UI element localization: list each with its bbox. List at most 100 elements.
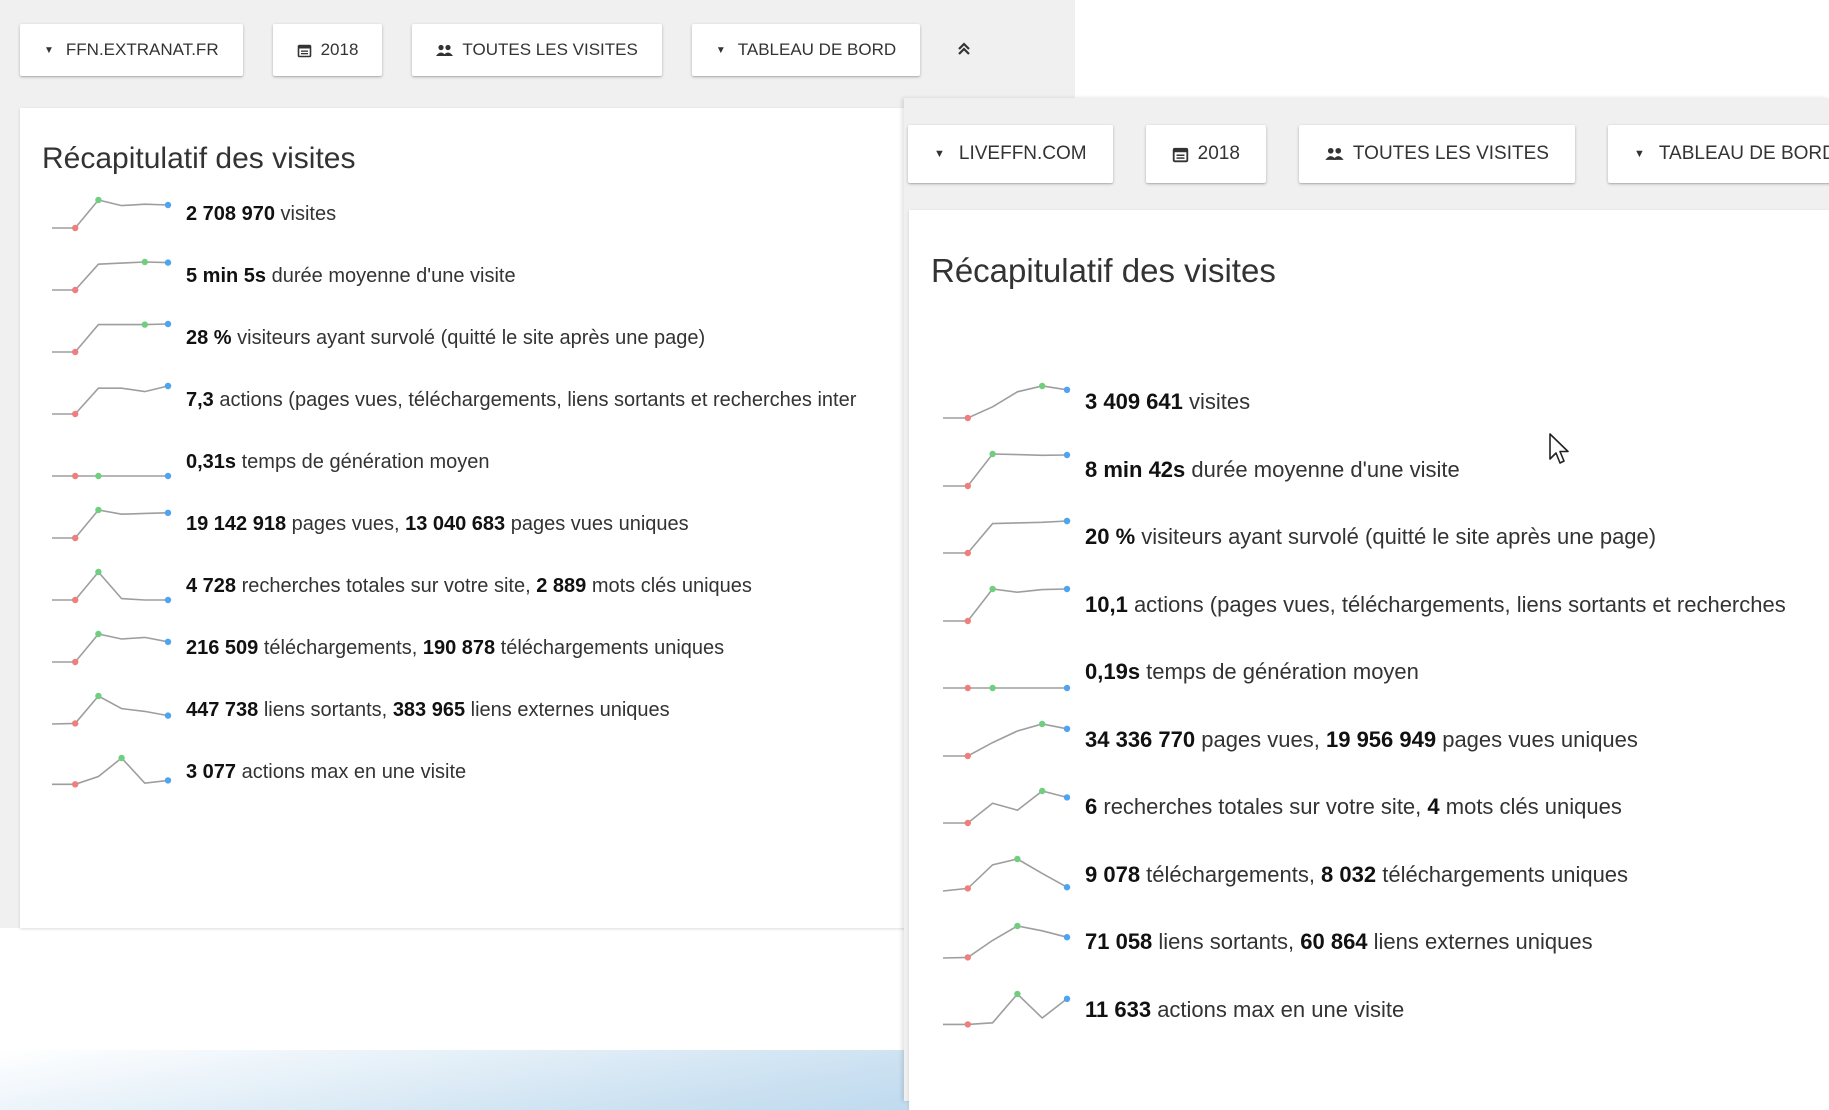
sparkline-last-point: [164, 509, 172, 516]
metric-secondary-value: 2 889: [536, 574, 587, 597]
sparkline-path: [943, 992, 1068, 1025]
caret-down-icon: ▼: [715, 44, 726, 56]
metric-secondary-value: 190 878: [422, 636, 496, 659]
metric-label: liens sortants,: [258, 698, 393, 721]
period-selector-button[interactable]: 2018: [1145, 125, 1266, 183]
evolution-sparkline[interactable]: [48, 506, 172, 542]
sparkline-last-point: [1063, 451, 1071, 458]
evolution-sparkline[interactable]: [939, 787, 1071, 827]
metric-label: actions (pages vues, téléchargements, li…: [1127, 591, 1786, 617]
metric-secondary-label: mots clés uniques: [586, 574, 752, 597]
evolution-sparkline[interactable]: [48, 320, 172, 356]
sparkline-last-point: [164, 596, 172, 604]
metric-label: recherches totales sur votre site,: [1097, 794, 1428, 819]
site-selector-label: LIVEFFN.COM: [958, 143, 1087, 164]
dashboard-selector-button[interactable]: ▼ TABLEAU DE BORD: [691, 24, 921, 76]
metric-row: 20 % visiteurs ayant survolé (quitté le …: [939, 515, 1656, 559]
sparkline-max-point: [1039, 382, 1046, 390]
caret-down-icon: ▼: [44, 44, 54, 56]
metric-secondary-label: mots clés uniques: [1439, 794, 1622, 819]
caret-down-icon: ▼: [1633, 148, 1645, 160]
metric-label: actions max en une visite: [236, 760, 467, 783]
sparkline-last-point: [1063, 794, 1071, 801]
metric-text: 19 142 918 pages vues, 13 040 683 pages …: [186, 513, 689, 536]
metric-text: 11 633 actions max en une visite: [1085, 997, 1404, 1023]
metric-secondary-label: téléchargements uniques: [495, 636, 725, 659]
metric-value: 8 min 42s: [1085, 456, 1186, 482]
metric-row: 11 633 actions max en une visite: [939, 988, 1404, 1032]
sparkline-max-point: [1039, 787, 1046, 795]
metric-row: 19 142 918 pages vues, 13 040 683 pages …: [48, 504, 689, 544]
metric-text: 447 738 liens sortants, 383 965 liens ex…: [186, 699, 670, 722]
evolution-sparkline[interactable]: [48, 692, 172, 728]
dashboard-selector-button[interactable]: ▼ TABLEAU DE BORD: [1607, 125, 1829, 183]
metric-secondary-value: 19 956 949: [1325, 726, 1437, 752]
sparkline-max-point: [1014, 855, 1021, 862]
evolution-sparkline[interactable]: [48, 754, 172, 790]
metric-text: 2 708 970 visites: [186, 203, 336, 226]
metric-label: durée moyenne d'une visite: [1185, 456, 1460, 482]
metric-row: 3 409 641 visites: [939, 380, 1250, 424]
calendar-icon: [297, 43, 312, 58]
sparkline-path: [943, 385, 1068, 419]
sparkline-last-point: [164, 201, 172, 209]
metric-value: 5 min 5s: [186, 264, 267, 287]
metric-secondary-value: 8 032: [1321, 861, 1377, 887]
evolution-sparkline[interactable]: [939, 990, 1071, 1030]
metric-text: 28 % visiteurs ayant survolé (quitté le …: [186, 327, 705, 350]
double-chevron-up-icon[interactable]: [950, 37, 978, 63]
site-selector-button[interactable]: ▼ LIVEFFN.COM: [908, 125, 1113, 183]
period-selector-button[interactable]: 2018: [272, 24, 383, 76]
dashboard-selector-label: TABLEAU DE BORD: [1658, 143, 1829, 164]
segment-selector-button[interactable]: TOUTES LES VISITES: [1298, 125, 1575, 183]
dashboard-selector-label: TABLEAU DE BORD: [737, 40, 897, 59]
evolution-sparkline[interactable]: [939, 517, 1071, 557]
sparkline-last-point: [164, 382, 172, 390]
evolution-sparkline[interactable]: [48, 258, 172, 294]
sparkline-path: [52, 385, 169, 415]
evolution-sparkline[interactable]: [939, 450, 1071, 490]
sparkline-min-point: [964, 1020, 971, 1028]
site-selector-button[interactable]: ▼ FFN.EXTRANAT.FR: [20, 24, 243, 76]
metric-value: 3 409 641: [1085, 389, 1183, 414]
metric-value: 3 077: [186, 760, 237, 783]
evolution-sparkline[interactable]: [939, 720, 1071, 760]
calendar-icon: [1172, 146, 1189, 163]
metric-value: 2 708 970: [186, 202, 275, 225]
evolution-sparkline[interactable]: [48, 630, 172, 666]
evolution-sparkline[interactable]: [939, 382, 1071, 422]
evolution-sparkline[interactable]: [939, 855, 1071, 895]
metric-label: durée moyenne d'une visite: [266, 264, 516, 287]
segment-selector-button[interactable]: TOUTES LES VISITES: [412, 24, 662, 76]
sparkline-path: [52, 509, 169, 539]
sparkline-max-point: [1039, 720, 1046, 727]
evolution-sparkline[interactable]: [939, 922, 1071, 962]
visits-overview-card: Récapitulatif des visites 3 409 641 visi…: [909, 210, 1829, 1110]
sparkline-max-point: [141, 258, 148, 266]
sparkline-max-point: [95, 692, 102, 700]
evolution-sparkline[interactable]: [48, 568, 172, 604]
metric-secondary-label: pages vues uniques: [1436, 726, 1638, 752]
sparkline-path: [942, 857, 1068, 892]
metric-value: 0,31s: [186, 450, 237, 473]
sparkline-min-point: [72, 534, 79, 542]
sparkline-last-point: [164, 472, 172, 480]
sparkline-last-point: [164, 259, 172, 266]
metric-secondary-label: pages vues uniques: [505, 512, 689, 535]
metric-text: 3 409 641 visites: [1085, 389, 1250, 415]
metric-value: 19 142 918: [186, 512, 287, 535]
evolution-sparkline[interactable]: [48, 382, 172, 418]
evolution-sparkline[interactable]: [939, 585, 1071, 625]
metric-row: 10,1 actions (pages vues, téléchargement…: [939, 583, 1786, 627]
evolution-sparkline[interactable]: [939, 652, 1071, 692]
sparkline-path: [942, 925, 1068, 959]
evolution-sparkline[interactable]: [48, 196, 172, 232]
sparkline-path: [943, 722, 1068, 757]
metric-secondary-label: liens externes uniques: [1367, 929, 1593, 954]
metric-secondary-value: 60 864: [1300, 929, 1368, 954]
evolution-sparkline[interactable]: [48, 444, 172, 480]
sparkline-min-point: [72, 286, 79, 294]
metric-row: 71 058 liens sortants, 60 864 liens exte…: [939, 920, 1593, 964]
toolbar: ▼ LIVEFFN.COM 2018 TOUTES LES VISITES ▼ …: [904, 98, 1829, 210]
sparkline-min-point: [964, 954, 971, 961]
